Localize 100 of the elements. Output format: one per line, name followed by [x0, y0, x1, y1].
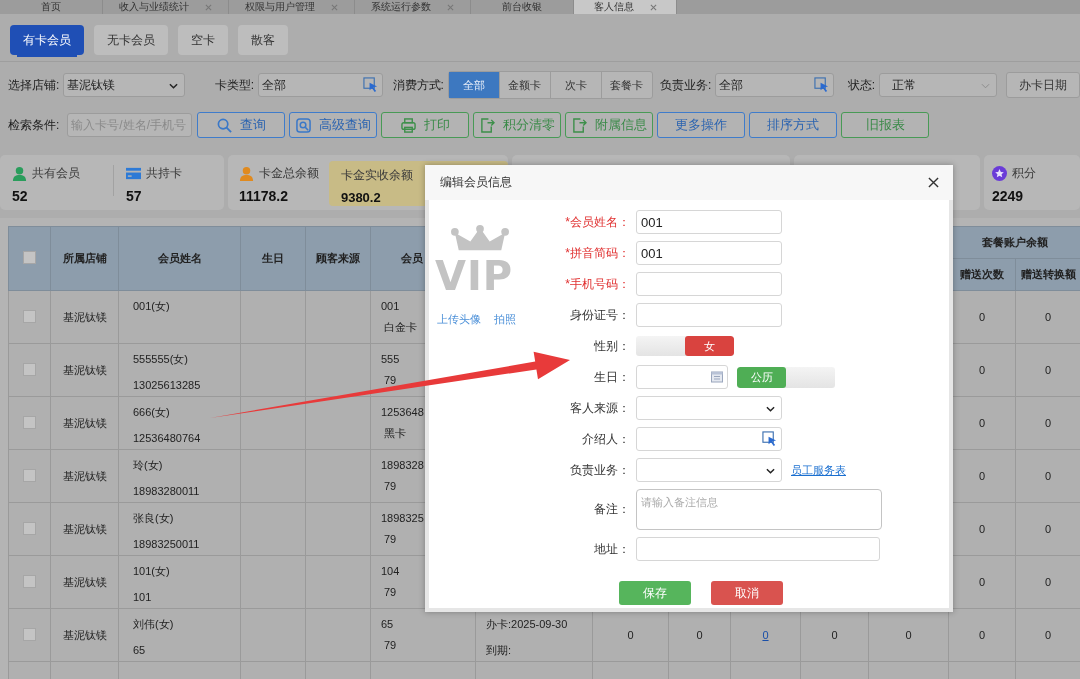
staff-service-link[interactable]: 员工服务表 [791, 462, 846, 478]
form-label: 地址： [593, 540, 631, 558]
close-button[interactable] [928, 177, 939, 188]
text-field[interactable] [636, 303, 782, 327]
form-label: 身份证号： [569, 306, 631, 324]
close-icon[interactable] [205, 3, 212, 11]
phone-number: 13025613285 [133, 378, 201, 393]
toolbar-button[interactable]: 高级查询 [289, 112, 378, 138]
member-tab[interactable]: 无卡会员 [94, 25, 168, 55]
document-arrow-icon [571, 117, 587, 133]
dialog-title: 编辑会员信息 [440, 174, 512, 191]
checkbox[interactable] [23, 309, 36, 323]
stat-label: 共持卡 [146, 165, 182, 182]
close-icon[interactable] [331, 3, 338, 11]
form-label: *会员姓名： [564, 213, 631, 231]
picker-icon [762, 431, 777, 446]
column-header: 赠送转换额 [1015, 258, 1080, 291]
segment-option[interactable]: 金额卡 [499, 72, 551, 98]
avatar-link[interactable]: 上传头像 [437, 312, 481, 327]
table-cell: 0 [979, 364, 986, 376]
chevron-icon [168, 83, 178, 89]
table-cell: 0 [1045, 523, 1052, 535]
checkbox[interactable] [23, 362, 36, 376]
table-cell: 基泥钛镁 [50, 449, 119, 503]
stat-value: 57 [126, 188, 143, 204]
select-field[interactable] [636, 458, 782, 482]
table-cell: 0 [979, 629, 986, 641]
remark-field[interactable]: 请输入备注信息 [636, 489, 882, 530]
text-field[interactable]: 001 [636, 241, 782, 265]
card-type: 79 [383, 373, 397, 388]
form-label: 备注： [593, 501, 631, 518]
toolbar-button[interactable]: 查询 [197, 112, 286, 138]
select-field[interactable] [636, 396, 782, 420]
form-label: *拼音简码： [564, 244, 631, 262]
member-name: 666(女) [133, 405, 170, 420]
member-name: 玲(女) [133, 458, 163, 473]
picker-field[interactable] [636, 427, 782, 451]
table-cell: 0 [905, 629, 912, 641]
date-field[interactable] [636, 365, 728, 389]
toolbar-button[interactable]: 排序方式 [749, 112, 838, 138]
member-tab[interactable]: 散客 [238, 25, 288, 55]
checkbox[interactable] [23, 415, 36, 429]
segment-option[interactable]: 套餐卡 [601, 72, 652, 98]
form-label: 生日： [593, 368, 631, 386]
table-cell: 0 [979, 470, 986, 482]
text-field[interactable] [636, 272, 782, 296]
dialog-button[interactable]: 取消 [711, 581, 783, 605]
close-icon[interactable] [649, 3, 657, 11]
table-cell: 0 [1045, 629, 1052, 641]
checkbox[interactable] [23, 521, 36, 535]
card-number: 65 [381, 617, 394, 632]
checkbox[interactable] [23, 574, 36, 588]
member-tab[interactable]: 空卡 [178, 25, 228, 55]
stat-label: 卡金实收余额 [340, 167, 413, 184]
phone-number: 18983250011 [133, 537, 200, 552]
card-type: 黑卡 [383, 426, 406, 441]
card-number: 555 [381, 352, 400, 367]
table-cell: 基泥钛镁 [50, 396, 119, 450]
field-label: 负责业务: [659, 76, 712, 94]
table-cell: 基泥钛镁 [50, 608, 119, 662]
stat-value: 52 [12, 188, 29, 204]
page-tab[interactable]: 系统运行参数 [355, 0, 471, 14]
table-cell: 0 [831, 629, 838, 641]
avatar-link[interactable]: 拍照 [494, 312, 516, 327]
phone-number: 12536480764 [133, 431, 201, 446]
count-link[interactable]: 0 [762, 629, 769, 641]
segment-option[interactable]: 全部 [448, 72, 500, 98]
field-label: 卡类型: [214, 76, 255, 94]
card-type: 79 [383, 532, 397, 547]
field-label: 选择店铺: [8, 76, 60, 94]
checkbox[interactable] [23, 468, 36, 482]
stat-label: 共有会员 [32, 165, 80, 182]
text-field[interactable] [636, 537, 880, 561]
picker-icon [362, 77, 378, 92]
date-button[interactable]: 办卡日期 [1006, 72, 1080, 98]
close-icon[interactable] [447, 3, 454, 11]
text-field[interactable]: 001 [636, 210, 782, 234]
table-cell: 0 [979, 417, 986, 429]
staff-field[interactable]: 全部 [715, 73, 834, 97]
toolbar-button[interactable]: 更多操作 [657, 112, 746, 138]
column-header: 生日 [240, 226, 306, 291]
gender-switch[interactable]: 女 [636, 336, 734, 356]
page-tab[interactable]: 权限与用户管理 [229, 0, 355, 14]
page-tab[interactable]: 首页 [0, 0, 103, 14]
table-cell: 0 [979, 311, 986, 323]
store-select[interactable]: 基泥钛镁 [63, 73, 185, 97]
member-tab[interactable]: 有卡会员 [10, 25, 84, 55]
card-number: 1898325 [381, 511, 424, 526]
checkbox[interactable] [23, 627, 36, 641]
status-select[interactable]: 正常 [879, 73, 997, 97]
card-number: 1898328 [381, 458, 424, 473]
checkbox[interactable] [23, 251, 36, 264]
table-cell: 0 [1045, 576, 1052, 588]
segment-option[interactable]: 次卡 [550, 72, 602, 98]
dialog-button[interactable]: 保存 [619, 581, 691, 605]
calendar-switch[interactable]: 公历 [737, 366, 835, 388]
page-tab[interactable]: 客人信息 [574, 0, 677, 14]
page-tab[interactable]: 收入与业绩统计 [103, 0, 229, 14]
card-type-field[interactable]: 全部 [258, 73, 383, 97]
field-label: 状态: [847, 76, 876, 94]
